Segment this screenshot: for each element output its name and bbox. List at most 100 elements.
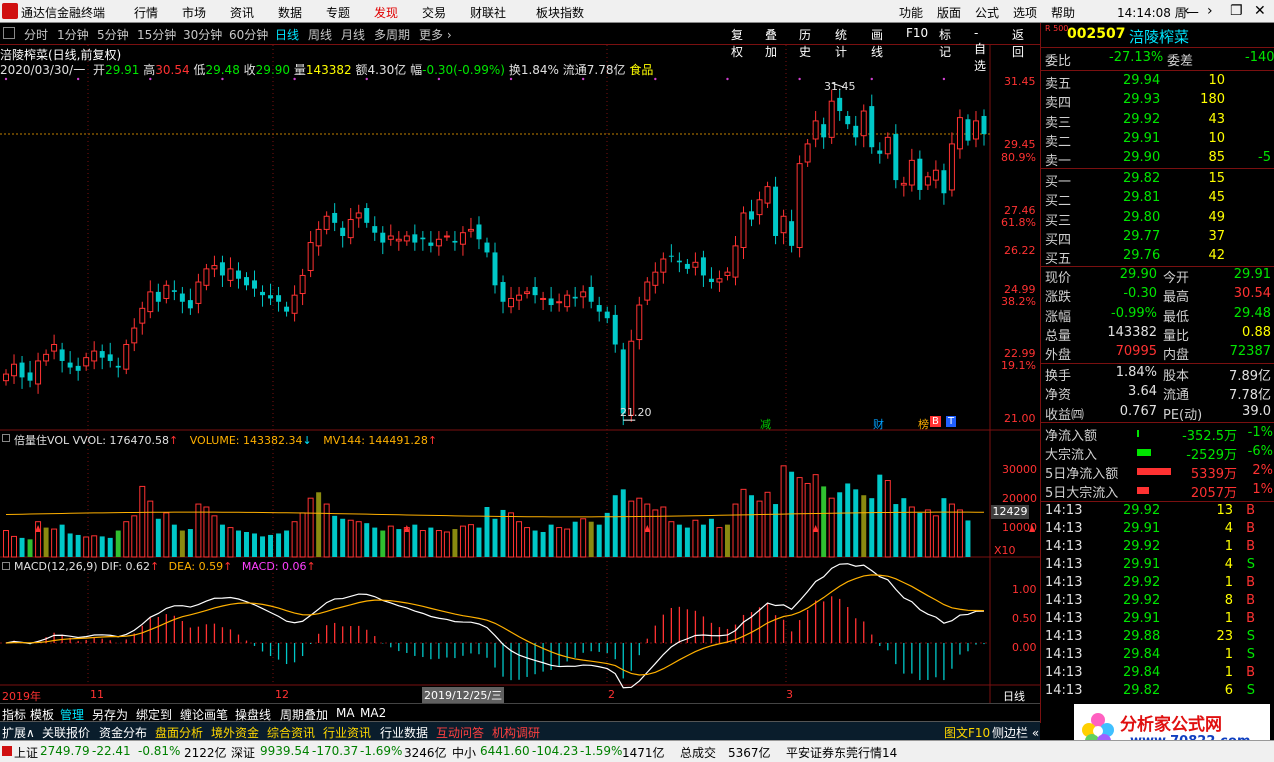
menu-item-faxian[interactable]: 发现 xyxy=(374,4,398,21)
panel-toggle-icon[interactable] xyxy=(3,27,15,39)
menu-item-xuanxiang[interactable]: 选项 xyxy=(1013,4,1037,21)
menu-item-shichang[interactable]: 市场 xyxy=(182,4,206,21)
tick-time: 14:13 xyxy=(1045,629,1083,644)
period-15min[interactable]: 15分钟 xyxy=(137,26,176,43)
weibi-value: -27.13% xyxy=(1109,50,1164,65)
flow-pct: 1% xyxy=(1252,482,1273,497)
volume-bar xyxy=(924,509,931,558)
ask-row: 卖一 29.90 85 -5 xyxy=(1045,150,1274,169)
candle-body xyxy=(773,186,779,236)
tick-price: 29.84 xyxy=(1123,665,1161,680)
tick-price: 29.92 xyxy=(1123,575,1161,590)
period-fenshi[interactable]: 分时 xyxy=(24,26,48,43)
func-hudongwenda[interactable]: 互动问答 xyxy=(436,724,484,741)
menu-item-zixun[interactable]: 资讯 xyxy=(230,4,254,21)
sh-label[interactable]: 上证 xyxy=(14,744,38,761)
macd-tick-1: 1.00 xyxy=(1012,583,1037,596)
sz-amount: 3246亿 xyxy=(404,746,447,760)
period-more[interactable]: 更多 › xyxy=(419,26,452,43)
volume-bar xyxy=(316,492,322,557)
menu-item-jiaoyi[interactable]: 交易 xyxy=(422,4,446,21)
volume-bar xyxy=(780,465,787,558)
flow-bar xyxy=(1137,487,1149,494)
restore-icon[interactable]: ❐ xyxy=(1230,3,1243,19)
menu-item-gongshi[interactable]: 公式 xyxy=(975,4,999,21)
volume-bar xyxy=(123,521,130,558)
volume-bar xyxy=(484,507,490,557)
func-zijinfenbu[interactable]: 资金分布 xyxy=(99,724,147,741)
func-jigoudiaoyan[interactable]: 机构调研 xyxy=(492,724,540,741)
kline-chart[interactable] xyxy=(0,45,1040,703)
open-label: 开 xyxy=(93,63,106,77)
menu-item-bangzhu[interactable]: 帮助 xyxy=(1051,4,1075,21)
menu-item-hangqing[interactable]: 行情 xyxy=(134,4,158,21)
back-icon[interactable]: ‹ xyxy=(1184,3,1190,19)
chg-value: -0.30(-0.99%) xyxy=(422,63,505,77)
menu-item-banmian[interactable]: 版面 xyxy=(937,4,961,21)
tab-ma[interactable]: MA xyxy=(336,706,355,720)
forward-icon[interactable]: › xyxy=(1207,3,1213,19)
period-daily[interactable]: 日线 xyxy=(275,26,299,43)
badge-jian[interactable]: 减 xyxy=(760,416,771,432)
turnover-value: 1.84% xyxy=(520,63,559,77)
weicha-label: 委差 xyxy=(1167,54,1194,69)
period-1min[interactable]: 1分钟 xyxy=(57,26,89,43)
candle-body xyxy=(403,235,410,242)
volume-bar xyxy=(387,525,394,558)
func-panmianfenxi[interactable]: 盘面分析 xyxy=(155,724,203,741)
func-tuwen-f10[interactable]: 图文F10 xyxy=(944,724,990,741)
menu-item-shuju[interactable]: 数据 xyxy=(278,4,302,21)
toolbar-f10[interactable]: F10 xyxy=(906,26,928,40)
menu-item-bankuai[interactable]: 板块指数 xyxy=(536,4,584,21)
close-icon[interactable]: ✕ xyxy=(1254,3,1266,19)
flow-bar xyxy=(1137,430,1139,437)
menu-item-gongneng[interactable]: 功能 xyxy=(899,4,923,21)
period-multi[interactable]: 多周期 xyxy=(374,26,410,43)
stat-value: 39.0 xyxy=(1242,403,1271,419)
menu-item-zhuanti[interactable]: 专题 xyxy=(326,4,350,21)
period-60min[interactable]: 60分钟 xyxy=(229,26,268,43)
panel-menu-icon[interactable] xyxy=(2,434,10,442)
stat-label: 流通 xyxy=(1163,388,1190,404)
volume-bar xyxy=(211,515,218,558)
func-hangyeshuju[interactable]: 行业数据 xyxy=(380,724,428,741)
candle-body xyxy=(428,242,434,246)
func-expand[interactable]: 扩展∧ xyxy=(2,724,35,741)
flow-pct: 2% xyxy=(1252,463,1273,478)
menu-item-cailianshe[interactable]: 财联社 xyxy=(470,4,506,21)
func-jingwaizijin[interactable]: 境外资金 xyxy=(211,724,259,741)
badge-bang[interactable]: 榜 xyxy=(918,416,929,432)
period-5min[interactable]: 5分钟 xyxy=(97,26,129,43)
func-sidebar[interactable]: 侧边栏 « xyxy=(992,724,1039,741)
period-monthly[interactable]: 月线 xyxy=(341,26,365,43)
candle-body xyxy=(588,286,594,302)
period-weekly[interactable]: 周线 xyxy=(308,26,332,43)
badge-t[interactable]: T xyxy=(946,416,957,427)
macd-tick-3: 0.00 xyxy=(1012,641,1037,654)
tick-price: 29.84 xyxy=(1123,647,1161,662)
badge-b[interactable]: B xyxy=(930,416,941,427)
badge-cai[interactable]: 财 xyxy=(873,416,884,432)
sz-label[interactable]: 深证 xyxy=(231,744,255,761)
sz-pct: -1.69% xyxy=(360,744,403,758)
candle-body xyxy=(211,265,218,270)
tick-volume: 4 xyxy=(1224,521,1233,536)
bid-row: 买一 29.82 15 xyxy=(1045,171,1274,190)
sector-value: 食品 xyxy=(629,63,654,77)
mv-value: 144491.28 xyxy=(368,434,428,447)
tick-time: 14:13 xyxy=(1045,611,1083,626)
sh-value: 2749.79 xyxy=(40,744,90,758)
func-hangyezixun[interactable]: 行业资讯 xyxy=(323,724,371,741)
vol-label: 量 xyxy=(293,63,306,77)
candle-body xyxy=(99,351,105,358)
func-guanlianbaojia[interactable]: 关联报价 xyxy=(42,724,90,741)
macd-menu-icon[interactable] xyxy=(2,562,10,570)
candle-body xyxy=(628,340,635,416)
func-zonghezixun[interactable]: 综合资讯 xyxy=(267,724,315,741)
volume-bar xyxy=(965,520,971,557)
candle-body xyxy=(789,221,795,246)
tab-ma2[interactable]: MA2 xyxy=(360,706,386,720)
stat-row: 现价 29.90 今开 29.91 xyxy=(1045,267,1274,286)
period-30min[interactable]: 30分钟 xyxy=(183,26,222,43)
zx-label[interactable]: 中小 xyxy=(452,744,476,761)
